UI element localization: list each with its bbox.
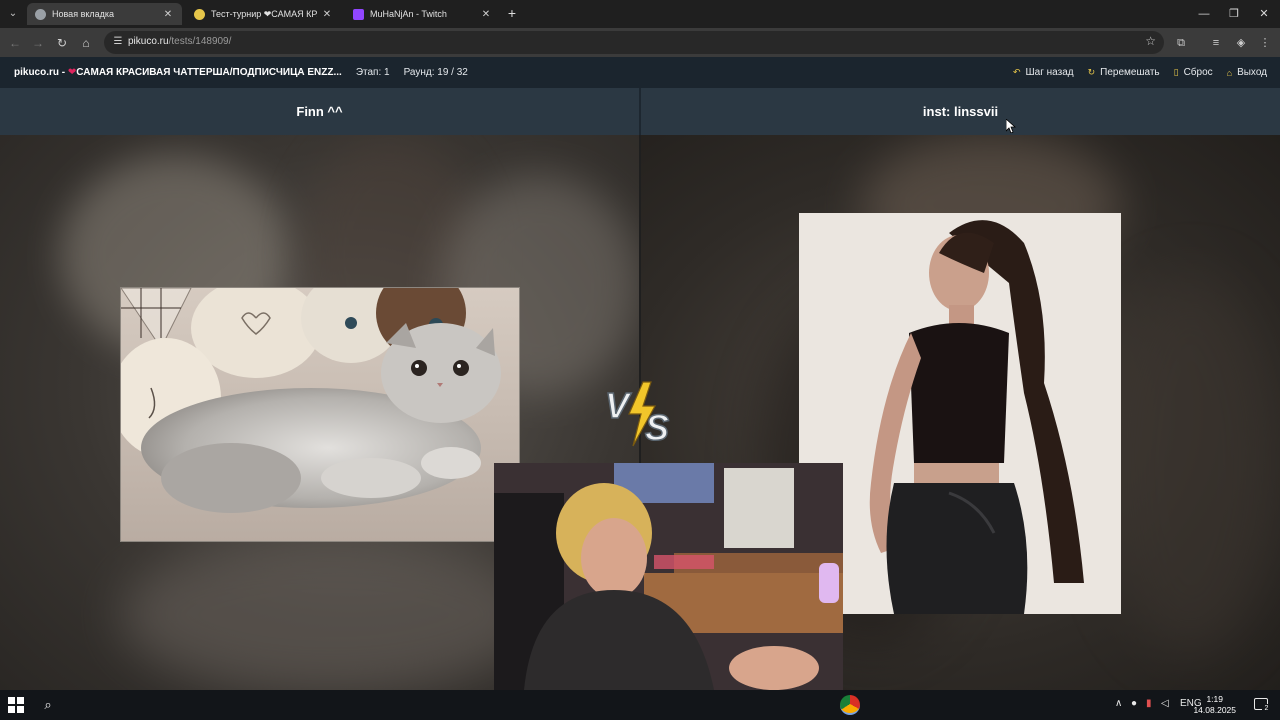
trash-icon: ▯: [1173, 67, 1179, 77]
volume-icon[interactable]: ◁: [1161, 698, 1169, 709]
clock-time: 1:19: [1206, 694, 1223, 704]
tab-title: MuHaNjAn - Twitch: [370, 9, 447, 19]
refresh-icon: ↻: [1087, 67, 1096, 77]
notification-count: 2: [1262, 704, 1271, 713]
tab-search-chevron-icon[interactable]: ⌄: [4, 5, 22, 23]
site-title: pikuco.ru - ❤САМАЯ КРАСИВАЯ ЧАТТЕРША/ПОД…: [14, 67, 342, 78]
windows-start-icon[interactable]: [8, 697, 24, 713]
undo-icon: ↶: [1012, 67, 1021, 77]
mouse-cursor-icon: [1006, 119, 1016, 133]
step-back-button[interactable]: ↶ Шаг назад: [1013, 67, 1074, 78]
webcam-scene: [494, 463, 843, 690]
streamer-webcam-overlay: [494, 463, 843, 690]
browser-tab-test[interactable]: Тест-турнир ❤САМАЯ КРАСИВАЯ ✕: [186, 3, 341, 25]
left-contestant-photo[interactable]: [120, 287, 520, 542]
round-counter: Раунд: 19 / 32: [403, 67, 468, 78]
profile-shield-icon[interactable]: ◈: [1232, 34, 1250, 52]
person-illustration: [799, 213, 1121, 614]
exit-button[interactable]: ⌂ Выход: [1227, 67, 1267, 78]
browser-tab-twitch[interactable]: MuHaNjAn - Twitch ✕: [345, 3, 500, 25]
vs-letter-v: V: [605, 385, 632, 426]
left-contestant-name[interactable]: Finn ^^: [0, 88, 639, 135]
new-tab-plus-icon[interactable]: +: [503, 5, 521, 23]
media-controls-icon[interactable]: ≡: [1207, 34, 1225, 52]
home-icon: ⌂: [1226, 67, 1233, 78]
tab-close-icon[interactable]: ✕: [480, 9, 492, 20]
chrome-favicon-icon: [35, 8, 46, 20]
tab-title: Новая вкладка: [52, 9, 115, 19]
tray-app-icon[interactable]: ▮: [1146, 698, 1152, 709]
home-icon[interactable]: ⌂: [76, 33, 96, 53]
reload-icon[interactable]: ↻: [52, 33, 72, 53]
site-header: pikuco.ru - ❤САМАЯ КРАСИВАЯ ЧАТТЕРША/ПОД…: [0, 57, 1280, 88]
right-contestant-photo[interactable]: [799, 213, 1121, 614]
browser-tab-new[interactable]: Новая вкладка ✕: [27, 3, 182, 25]
minimize-icon[interactable]: —: [1189, 4, 1219, 24]
bookmark-star-icon[interactable]: ☆: [1145, 34, 1156, 48]
blurred-wall: [1101, 275, 1280, 655]
clock-date: 14.08.2025: [1193, 705, 1236, 715]
browser-tab-strip: ⌄ Новая вкладка ✕ Тест-турнир ❤САМАЯ КРА…: [0, 0, 1280, 28]
address-bar[interactable]: ☰ pikuco.ru/tests/148909/ ☆: [104, 31, 1164, 54]
back-arrow-icon[interactable]: ←: [5, 33, 25, 53]
versus-badge: V S: [604, 381, 670, 449]
twitch-favicon-icon: [353, 8, 364, 20]
url-text[interactable]: pikuco.ru/tests/148909/: [128, 36, 231, 47]
blurred-blanket: [120, 535, 540, 690]
reset-button[interactable]: ▯ Сброс: [1174, 67, 1213, 78]
right-contestant-name[interactable]: inst: linssvii: [641, 88, 1280, 135]
cat-illustration: [121, 288, 519, 541]
tab-title: Тест-турнир ❤САМАЯ КРАСИВАЯ: [211, 8, 317, 19]
tab-close-icon[interactable]: ✕: [162, 9, 174, 20]
tray-chevron-icon[interactable]: ∧: [1115, 698, 1122, 709]
kebab-menu-icon[interactable]: ⋮: [1256, 34, 1274, 52]
site-actions: ↶ Шаг назад ↻ Перемешать ▯ Сброс ⌂ Выход: [999, 57, 1267, 88]
taskbar-search-icon[interactable]: ⌕: [40, 697, 56, 713]
site-info-icon[interactable]: ☰: [111, 35, 125, 49]
screen: ⌄ Новая вкладка ✕ Тест-турнир ❤САМАЯ КРА…: [0, 0, 1280, 720]
browser-toolbar: ← → ↻ ⌂ ☰ pikuco.ru/tests/148909/ ☆ ⧉ ≡ …: [0, 28, 1280, 57]
microphone-icon[interactable]: ●: [1131, 698, 1137, 709]
chrome-taskbar-icon[interactable]: [840, 695, 860, 715]
crown-favicon-icon: [194, 8, 205, 20]
extensions-puzzle-icon[interactable]: ⧉: [1172, 34, 1190, 52]
stage-label: Этап: 1: [355, 67, 390, 78]
restore-icon[interactable]: ❐: [1219, 4, 1249, 24]
shuffle-button[interactable]: ↻ Перемешать: [1088, 67, 1160, 78]
close-window-icon[interactable]: ✕: [1249, 4, 1279, 24]
tab-close-icon[interactable]: ✕: [321, 9, 333, 20]
taskbar-clock[interactable]: 1:19 14.08.2025: [1193, 694, 1236, 716]
forward-arrow-icon[interactable]: →: [28, 33, 48, 53]
windows-taskbar: ⌕ ∧ ● ▮ ◁ ENG 1:19 14.08.2025 2: [0, 690, 1280, 720]
